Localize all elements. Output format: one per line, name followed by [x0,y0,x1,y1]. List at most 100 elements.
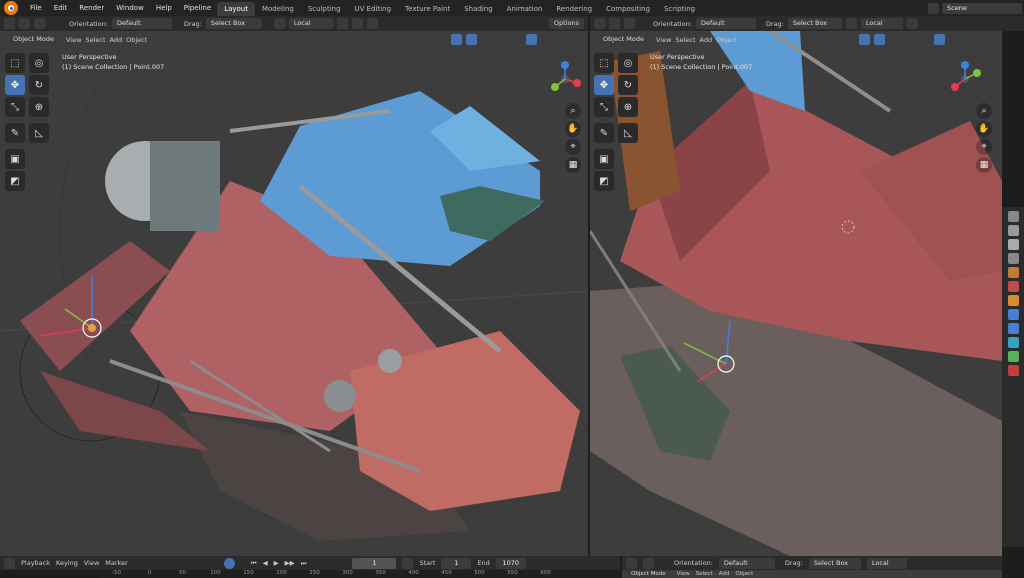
right-transform-icon[interactable] [624,18,635,29]
select-box-icon[interactable]: ⬚ [5,53,25,73]
scene-selector[interactable]: Scene [942,2,1022,14]
camera-view-icon[interactable]: ⌖ [565,139,581,155]
right-cursor-icon[interactable]: ◎ [618,53,638,73]
shading-rendered-icon[interactable] [541,34,552,45]
right-editor-type-icon[interactable] [594,18,605,29]
pivot-icon[interactable] [273,18,285,29]
right-move-icon[interactable]: ✥ [594,75,614,95]
render-properties-icon[interactable] [1007,225,1019,236]
tab-shading[interactable]: Shading [457,2,499,16]
right-camera-view-icon[interactable]: ⌖ [976,139,992,155]
timeline-menu-keying[interactable]: Keying [56,559,78,567]
timeline-menu-playback[interactable]: Playback [21,559,50,567]
timeline-menu-marker[interactable]: Marker [105,559,127,567]
clock-icon[interactable] [402,557,414,569]
start-frame-field[interactable]: 1 [441,557,472,569]
right-shading-wireframe-icon[interactable] [904,34,915,45]
right-pivot-icon[interactable] [845,18,857,29]
current-frame-field[interactable]: 1 [352,557,397,569]
tab-uv-editing[interactable]: UV Editing [348,2,399,16]
camera-frame-icon[interactable]: ◩ [5,171,25,191]
annotate-icon[interactable]: ✎ [5,123,25,143]
scale-icon[interactable]: ⤡ [5,97,25,117]
right-add-cube-icon[interactable]: ▣ [594,149,614,169]
menu-view[interactable]: View [66,36,81,44]
proportional-edit-icon[interactable] [351,18,363,29]
transform-icon[interactable] [34,18,45,29]
menu-edit[interactable]: Edit [48,0,74,16]
rotate-icon[interactable]: ↻ [29,75,49,95]
timeline-menu-view[interactable]: View [84,559,99,567]
move-icon[interactable]: ✥ [5,75,25,95]
mode-dropdown[interactable]: Object Mode [8,34,62,45]
menu-select[interactable]: Select [85,36,105,44]
next-key-icon[interactable]: ▶▶ [285,559,295,567]
tab-rendering[interactable]: Rendering [549,2,599,16]
output-properties-icon[interactable] [1007,239,1019,250]
drag-dropdown[interactable]: Select Box [205,18,262,29]
right-select-tool-icon[interactable] [609,18,620,29]
right-overlay-toggle-icon[interactable] [874,34,885,45]
record-icon[interactable] [223,557,235,569]
bottom-drag-dropdown[interactable]: Select Box [808,557,861,569]
right-annotate-icon[interactable]: ✎ [594,123,614,143]
play-icon[interactable]: ▶ [274,559,279,567]
transform-orientation-dropdown[interactable]: Local [288,18,333,29]
jump-start-icon[interactable]: ⏮ [251,559,257,568]
bottom-menu-select[interactable]: Select [696,571,713,577]
add-cube-icon[interactable]: ▣ [5,149,25,169]
blender-logo-icon[interactable] [4,1,18,15]
shading-wireframe-icon[interactable] [496,34,507,45]
end-frame-field[interactable]: 1070 [495,557,526,569]
modifier-properties-icon[interactable] [1007,309,1019,320]
right-drag-dropdown[interactable]: Select Box [787,18,842,29]
tab-texture-paint[interactable]: Texture Paint [398,2,457,16]
menu-add[interactable]: Add [110,36,123,44]
right-scale-icon[interactable]: ⤡ [594,97,614,117]
right-xray-icon[interactable] [889,34,900,45]
bottom-menu-add[interactable]: Add [719,571,730,577]
shading-material-icon[interactable] [526,34,537,45]
bottom-menu-view[interactable]: View [677,571,690,577]
right-gizmo-toggle-icon[interactable] [859,34,870,45]
menu-help[interactable]: Help [150,0,178,16]
snap-icon[interactable] [336,18,348,29]
tab-compositing[interactable]: Compositing [599,2,657,16]
right-measure-icon[interactable]: ◺ [618,123,638,143]
right-zoom-icon[interactable]: ⌕ [976,103,992,119]
particles-properties-icon[interactable] [1007,323,1019,334]
bottom-menu-object[interactable]: Object [735,571,753,577]
right-3d-viewport[interactable]: ⬚ ✥ ⤡ ✎ ▣ ◩ ◎ ↻ ⊕ ◺ Object Mode View Sel… [590,31,1002,556]
material-properties-icon[interactable] [1007,365,1019,376]
right-menu-select[interactable]: Select [675,36,695,44]
menu-pipeline[interactable]: Pipeline [178,0,217,16]
right-menu-add[interactable]: Add [700,36,713,44]
bottom-transform-icon[interactable] [643,557,654,569]
timeline-editor-icon[interactable] [4,557,15,569]
right-pan-hand-icon[interactable]: ✋ [976,121,992,137]
right-navigation-gizmo[interactable] [945,59,985,99]
gizmo-toggle-icon[interactable] [451,34,462,45]
timeline-ruler[interactable]: -50 0 50 100 150 200 250 300 350 400 450… [100,570,620,578]
right-select-box-icon[interactable]: ⬚ [594,53,614,73]
right-camera-frame-icon[interactable]: ◩ [594,171,614,191]
right-rotate-icon[interactable]: ↻ [618,75,638,95]
tab-modeling[interactable]: Modeling [255,2,301,16]
menu-object[interactable]: Object [126,36,147,44]
tool-properties-icon[interactable] [1007,211,1019,222]
xray-icon[interactable] [481,34,492,45]
right-visibility-icon[interactable] [844,34,855,45]
right-snap-icon[interactable] [906,18,918,29]
pan-hand-icon[interactable]: ✋ [565,121,581,137]
visibility-icon[interactable] [436,34,447,45]
select-tool-icon[interactable] [19,18,30,29]
menu-window[interactable]: Window [110,0,150,16]
constraints-properties-icon[interactable] [1007,351,1019,362]
right-menu-view[interactable]: View [656,36,671,44]
right-orientation-dropdown[interactable]: Default [695,18,756,29]
measure-icon[interactable]: ◺ [29,123,49,143]
left-3d-viewport[interactable]: ⬚ ✥ ⤡ ✎ ▣ ◩ ◎ ↻ ⊕ ◺ Object Mode View Sel… [0,31,588,556]
editor-type-icon[interactable] [4,18,15,29]
right-perspective-grid-icon[interactable]: ▦ [976,157,992,173]
right-shading-material-icon[interactable] [934,34,945,45]
